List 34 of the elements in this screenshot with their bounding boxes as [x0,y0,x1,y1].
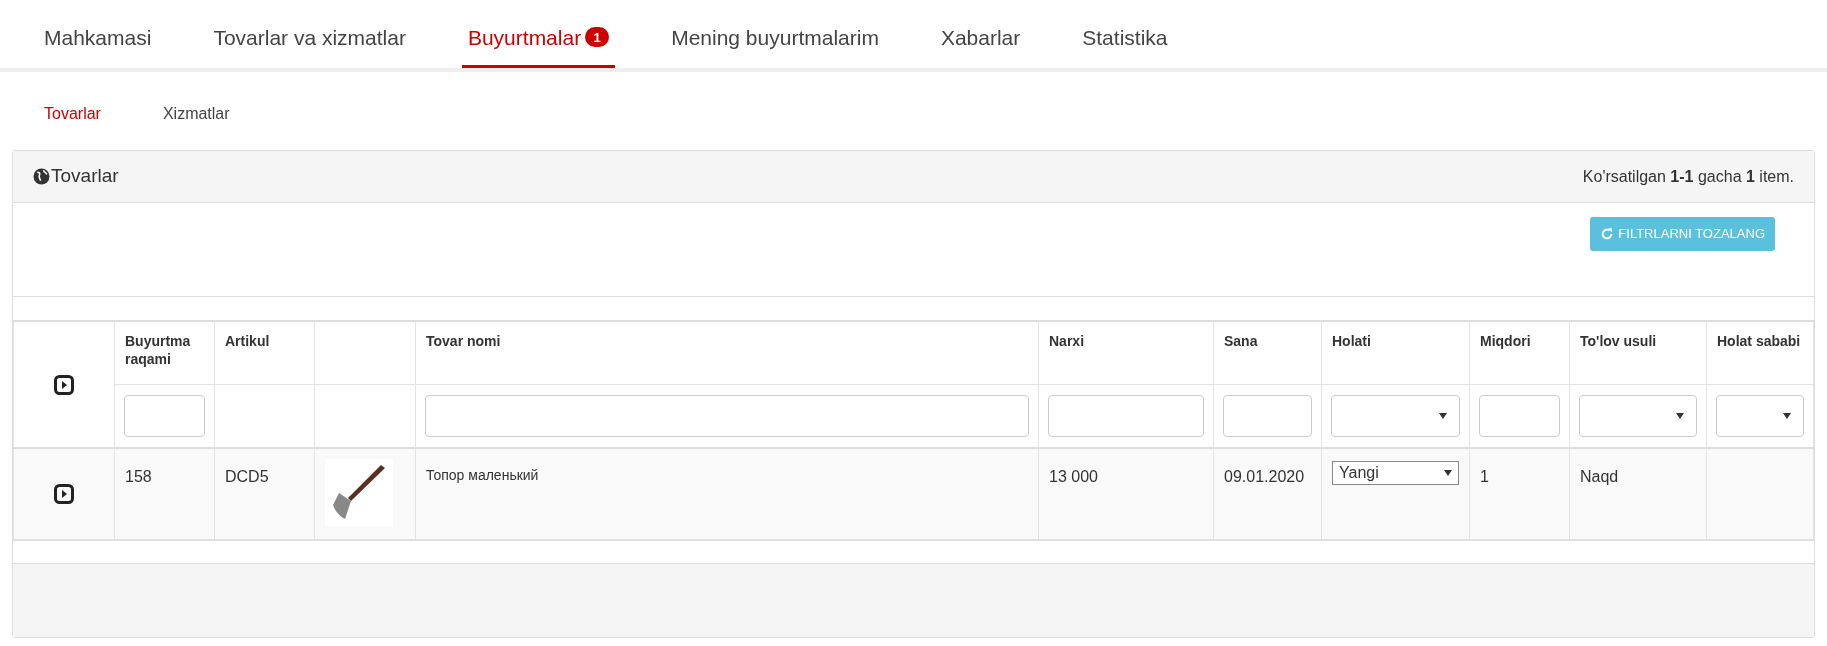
status-dropdown[interactable]: Yangi [1332,461,1459,485]
filter-field[interactable] [1048,394,1204,437]
caret-icon [1783,412,1791,419]
table-cell: Naqd [1580,468,1619,485]
results-summary: Ko'rsatilgan 1-1 gacha 1 item. [1582,166,1794,187]
filter-dropdown[interactable] [1579,394,1697,437]
table-cell: 13 000 [1049,468,1098,485]
nav-tab[interactable]: Buyurtmalar 1 [461,21,616,68]
filter-dropdown[interactable] [1716,394,1804,437]
nav-tab[interactable]: Xabarlar [940,21,1021,68]
nav-tab[interactable]: Tovarlar va xizmatlar [213,21,406,68]
count-badge: 1 [585,27,610,48]
sub-tab[interactable]: Tovarlar [44,102,101,126]
nav-tab[interactable]: Mening buyurtmalarim [671,21,879,68]
table-cell: 1 [1480,468,1489,485]
sub-tab[interactable]: Xizmatlar [162,102,230,126]
expand-icon[interactable] [54,483,74,504]
filter-field[interactable] [1479,394,1560,437]
table-cell: Топор маленький [426,467,539,483]
refresh-icon [1600,227,1615,241]
nav-tab[interactable]: Mahkamasi [44,21,152,68]
caret-icon [1439,412,1447,419]
expand-icon[interactable] [54,374,74,395]
table-cell: 09.01.2020 [1224,468,1305,485]
filter-field[interactable] [1223,394,1312,437]
nav-tab[interactable]: Statistika [1082,21,1168,68]
caret-icon [1676,412,1684,419]
caret-icon [1444,470,1452,476]
filter-field[interactable] [425,394,1029,437]
panel-title: Tovarlar [51,164,119,189]
table-cell: 158 [125,468,152,485]
filter-dropdown[interactable] [1331,394,1460,437]
table-cell: DCD5 [225,468,269,485]
filter-field[interactable] [124,394,205,437]
